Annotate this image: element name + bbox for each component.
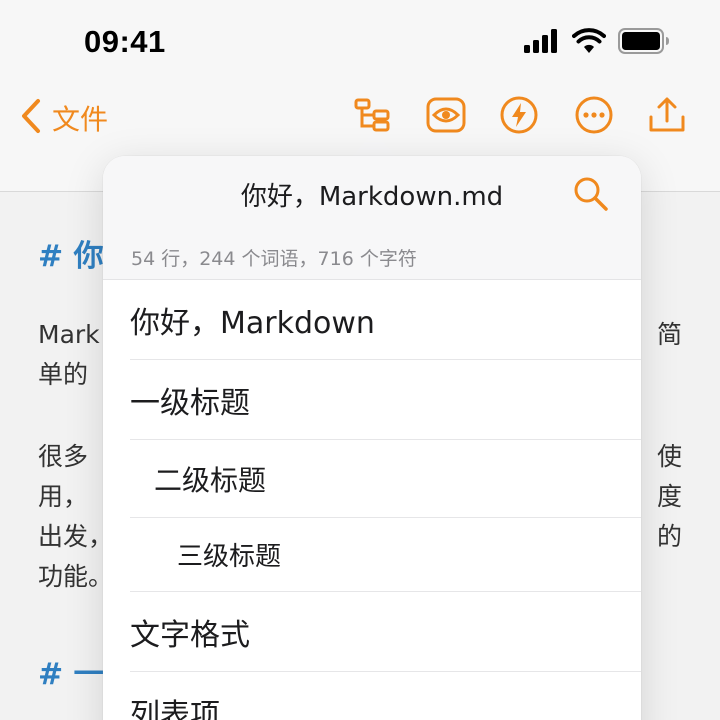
outline-item[interactable]: 列表项	[130, 672, 641, 720]
document-title: 你好，Markdown.md	[240, 182, 504, 212]
outline-item[interactable]: 一级标题	[130, 360, 641, 440]
preview-button[interactable]	[423, 94, 469, 140]
paragraph-text: 出发，	[38, 522, 114, 551]
outline-item[interactable]: 你好，Markdown	[130, 280, 641, 360]
cellular-signal-icon	[524, 29, 560, 57]
more-icon	[574, 95, 614, 139]
outline-popover: 你好，Markdown.md 54 行，244 个词语，716 个字符 你好，M…	[103, 156, 641, 720]
outline-item[interactable]: 三级标题	[130, 518, 641, 592]
paragraph-text: 用，	[38, 482, 89, 511]
paragraph-text: 使	[656, 442, 682, 471]
battery-icon	[618, 28, 670, 58]
popover-arrow	[352, 131, 396, 157]
paragraph-text: 功能。	[38, 562, 114, 591]
status-time: 09:41	[84, 24, 166, 59]
paragraph-text: 很多	[38, 442, 89, 471]
outline-item[interactable]: 二级标题	[130, 440, 641, 518]
quick-action-button[interactable]	[496, 94, 542, 140]
paragraph-text: 的	[656, 522, 682, 551]
back-label: 文件	[52, 103, 109, 136]
quick-action-bolt-icon	[499, 95, 539, 139]
outline-list: 你好，Markdown 一级标题 二级标题 三级标题 文字格式 列表项	[103, 280, 641, 720]
paragraph-text: 简	[656, 320, 682, 349]
paragraph-text: 度	[656, 482, 682, 511]
paragraph-text: 单的	[38, 360, 89, 389]
wifi-icon	[572, 28, 606, 58]
popover-header: 你好，Markdown.md 54 行，244 个词语，716 个字符	[103, 156, 641, 280]
outline-item[interactable]: 文字格式	[130, 592, 641, 672]
search-button[interactable]	[571, 174, 611, 214]
paragraph-text: Mark	[38, 320, 100, 349]
heading-h1: # 你	[38, 239, 104, 274]
back-button[interactable]: 文件	[20, 98, 108, 138]
preview-eye-icon	[426, 97, 466, 137]
document-stats: 54 行，244 个词语，716 个字符	[131, 248, 417, 270]
status-icons	[524, 28, 670, 58]
status-bar: 09:41	[0, 0, 720, 80]
heading-h1: # 一	[38, 657, 104, 692]
more-button[interactable]	[571, 94, 617, 140]
chevron-left-icon	[20, 98, 42, 138]
share-button[interactable]	[644, 94, 690, 140]
search-icon	[571, 177, 611, 218]
share-icon	[647, 95, 687, 139]
